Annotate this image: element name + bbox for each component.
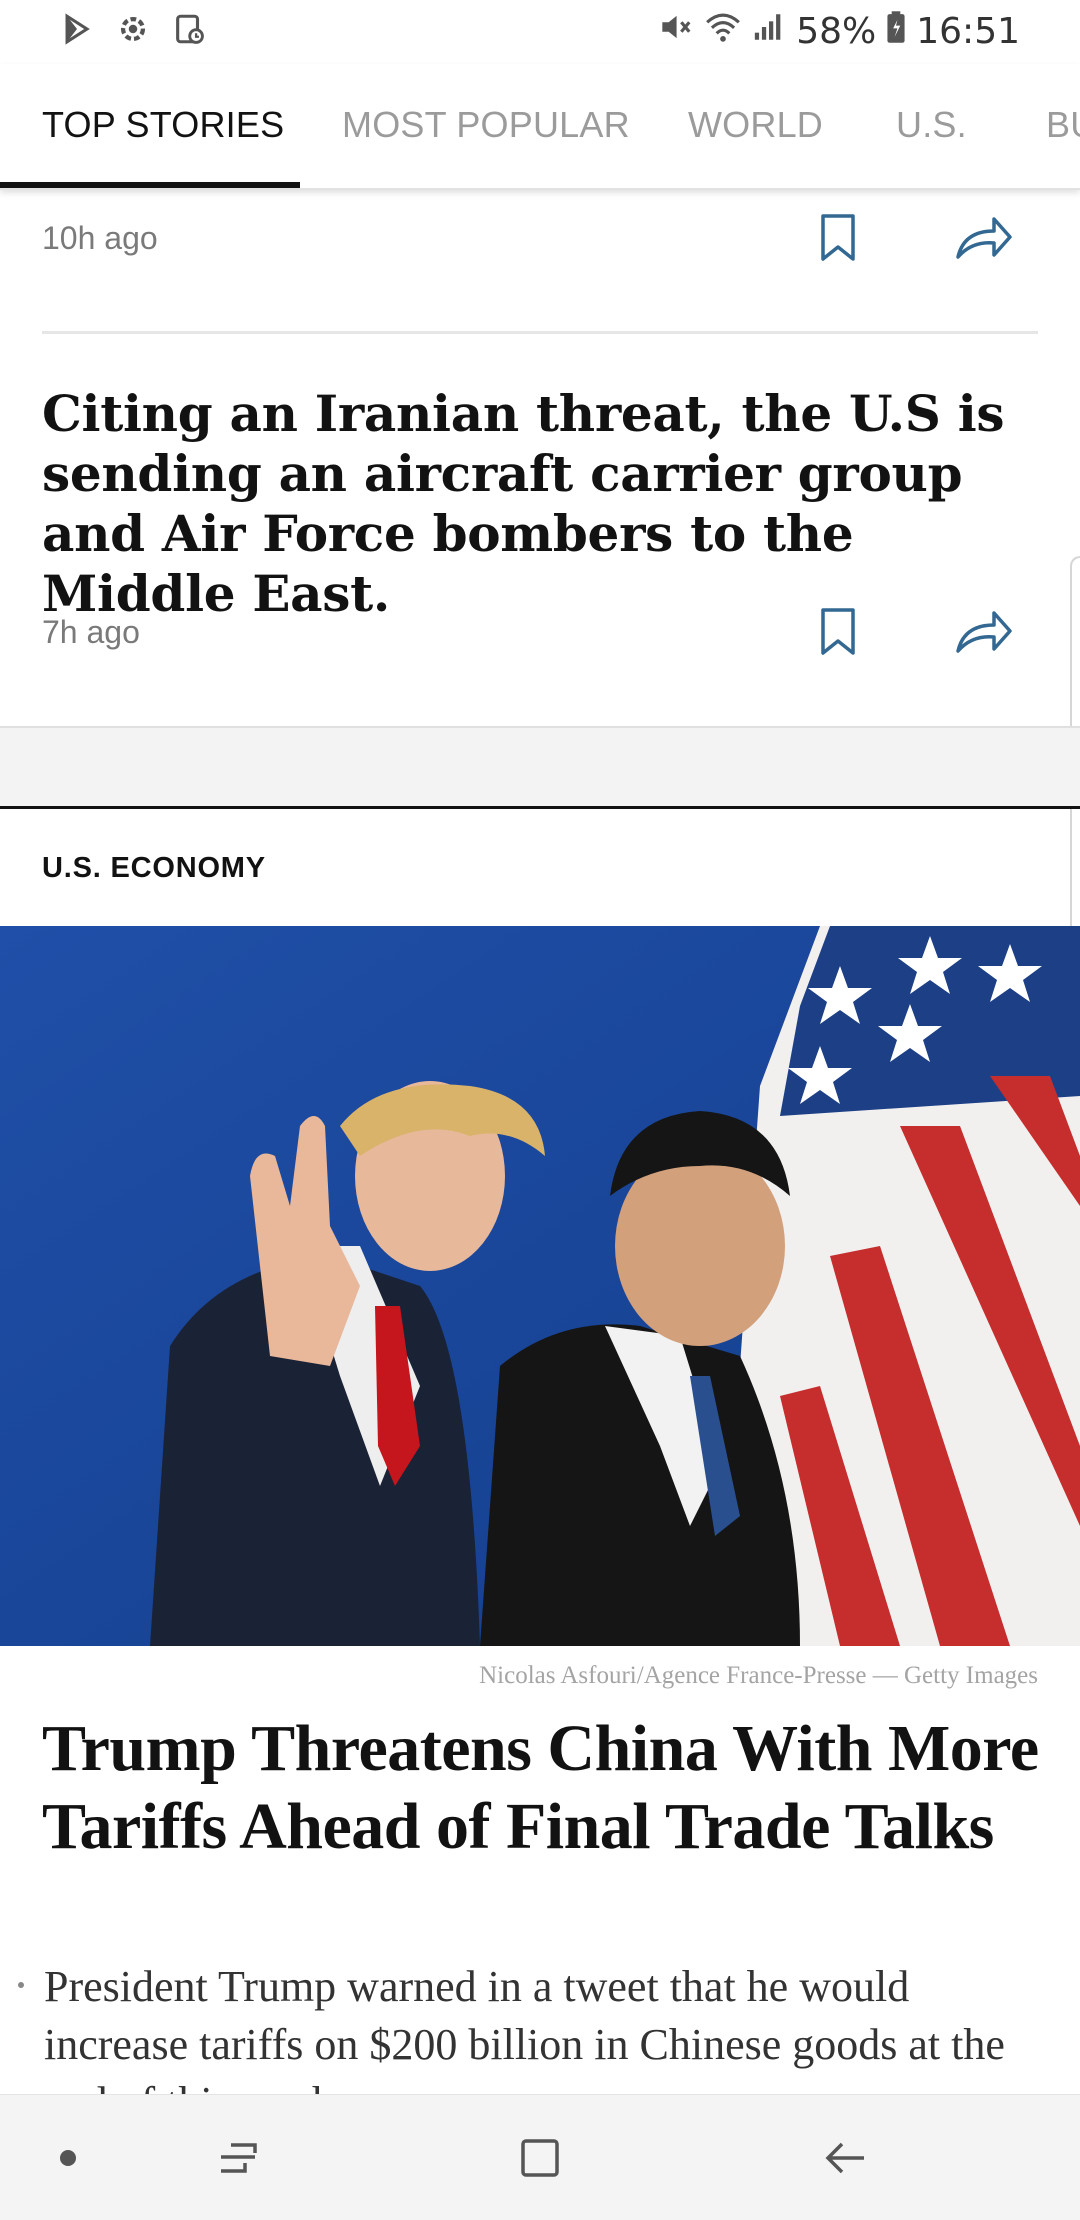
section-separator [0, 726, 1080, 808]
share-icon[interactable] [954, 602, 1014, 662]
featured-headline[interactable]: Trump Threatens China With More Tariffs … [42, 1710, 1042, 1866]
clock: 16:51 [916, 11, 1020, 52]
settings-gear-icon [116, 12, 150, 51]
system-nav-bar [0, 2094, 1080, 2220]
signal-icon [752, 8, 786, 55]
nav-dot-icon[interactable] [38, 2128, 98, 2188]
back-icon[interactable] [815, 2128, 875, 2188]
status-bar-right: 58% 16:51 [656, 8, 1020, 55]
photo-credit: Nicolas Asfouri/Agence France-Presse — G… [479, 1662, 1038, 1689]
battery-percent: 58% [796, 11, 877, 52]
status-bar-left [60, 12, 206, 51]
story-divider [42, 331, 1038, 334]
share-icon[interactable] [954, 208, 1014, 268]
section-rule [0, 806, 1080, 809]
section-label[interactable]: U.S. ECONOMY [42, 852, 266, 885]
home-icon[interactable] [510, 2128, 570, 2188]
tab-world[interactable]: WORLD [688, 104, 823, 146]
tab-us[interactable]: U.S. [896, 104, 967, 146]
bullet-dot [18, 1982, 24, 1988]
play-store-icon [60, 12, 94, 51]
section-tabs: TOP STORIES MOST POPULAR WORLD U.S. BU [0, 64, 1080, 190]
bookmark-icon[interactable] [808, 208, 868, 268]
tab-top-stories[interactable]: TOP STORIES [42, 104, 284, 146]
bookmark-icon[interactable] [808, 602, 868, 662]
screenshot-icon [172, 12, 206, 51]
active-tab-indicator [0, 182, 300, 188]
tab-most-popular[interactable]: MOST POPULAR [342, 104, 630, 146]
tab-business[interactable]: BU [1046, 104, 1080, 146]
story-time: 10h ago [42, 220, 158, 256]
wifi-icon [704, 8, 742, 55]
mute-icon [656, 8, 694, 55]
story-headline[interactable]: Citing an Iranian threat, the U.S is sen… [42, 384, 1042, 624]
featured-photo[interactable] [0, 926, 1080, 1646]
status-bar: 58% 16:51 [0, 0, 1080, 64]
story-time: 7h ago [42, 614, 140, 650]
recent-apps-icon[interactable] [208, 2128, 268, 2188]
battery-icon [886, 8, 906, 55]
